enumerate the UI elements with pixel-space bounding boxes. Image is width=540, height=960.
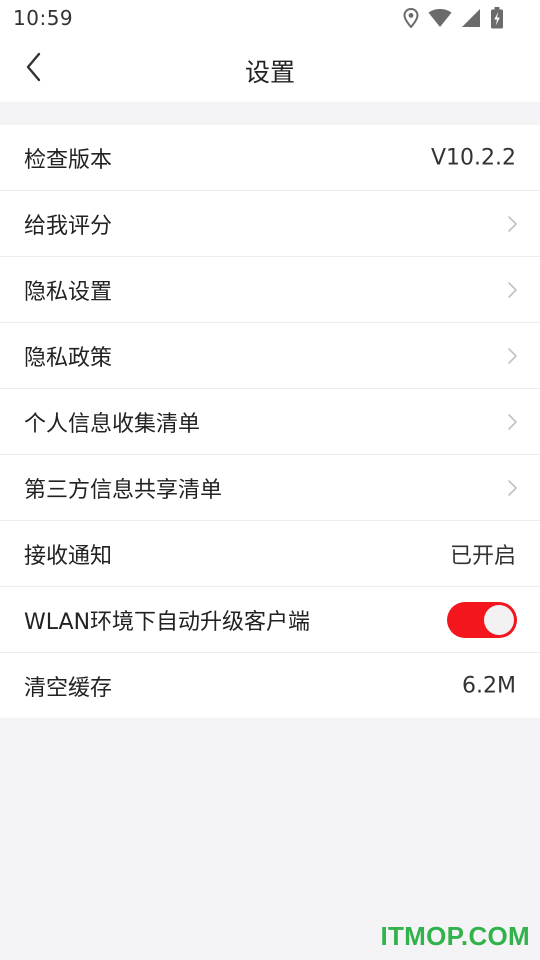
cache-size: 6.2M — [462, 673, 516, 698]
location-icon — [403, 8, 419, 28]
row-label: 隐私政策 — [24, 345, 113, 371]
settings-row-wlan-auto-upgrade: WLAN环境下自动升级客户端 — [0, 587, 540, 653]
chevron-right-icon — [506, 215, 518, 233]
chevron-right-icon — [506, 347, 518, 365]
wifi-icon — [428, 9, 452, 27]
chevron-right-icon — [506, 479, 518, 497]
signal-icon — [461, 8, 481, 28]
notification-status: 已开启 — [449, 543, 516, 569]
status-time: 10:59 — [13, 6, 74, 30]
chevron-right-icon — [506, 413, 518, 431]
version-value: V10.2.2 — [430, 145, 516, 170]
status-bar: 10:59 — [0, 0, 540, 36]
site-watermark: ITMOP.COM — [380, 921, 530, 951]
page-title: 设置 — [244, 58, 295, 87]
settings-list: 检查版本 V10.2.2 给我评分 隐私设置 隐私政策 个人信息收集清单 第三方… — [0, 125, 540, 718]
row-label: 检查版本 — [24, 147, 113, 173]
row-label: 第三方信息共享清单 — [24, 477, 223, 503]
row-label: WLAN环境下自动升级客户端 — [24, 609, 311, 635]
wlan-auto-upgrade-toggle[interactable] — [447, 601, 517, 638]
chevron-right-icon — [506, 281, 518, 299]
settings-row-privacy-settings[interactable]: 隐私设置 — [0, 257, 540, 323]
status-icons — [403, 6, 504, 30]
battery-charging-icon — [490, 7, 504, 29]
row-label: 接收通知 — [24, 543, 113, 569]
settings-row-clear-cache[interactable]: 清空缓存 6.2M — [0, 653, 540, 718]
nav-bar: 设置 — [0, 36, 540, 102]
row-label: 给我评分 — [24, 213, 113, 239]
row-label: 个人信息收集清单 — [24, 411, 201, 437]
settings-row-third-party-sharing-list[interactable]: 第三方信息共享清单 — [0, 455, 540, 521]
row-label: 清空缓存 — [24, 675, 113, 701]
settings-row-personal-info-list[interactable]: 个人信息收集清单 — [0, 389, 540, 455]
row-label: 隐私设置 — [24, 279, 113, 305]
settings-row-privacy-policy[interactable]: 隐私政策 — [0, 323, 540, 389]
settings-row-rate-us[interactable]: 给我评分 — [0, 191, 540, 257]
settings-row-notifications[interactable]: 接收通知 已开启 — [0, 521, 540, 587]
settings-row-check-version[interactable]: 检查版本 V10.2.2 — [0, 125, 540, 191]
toggle-knob — [484, 604, 514, 635]
